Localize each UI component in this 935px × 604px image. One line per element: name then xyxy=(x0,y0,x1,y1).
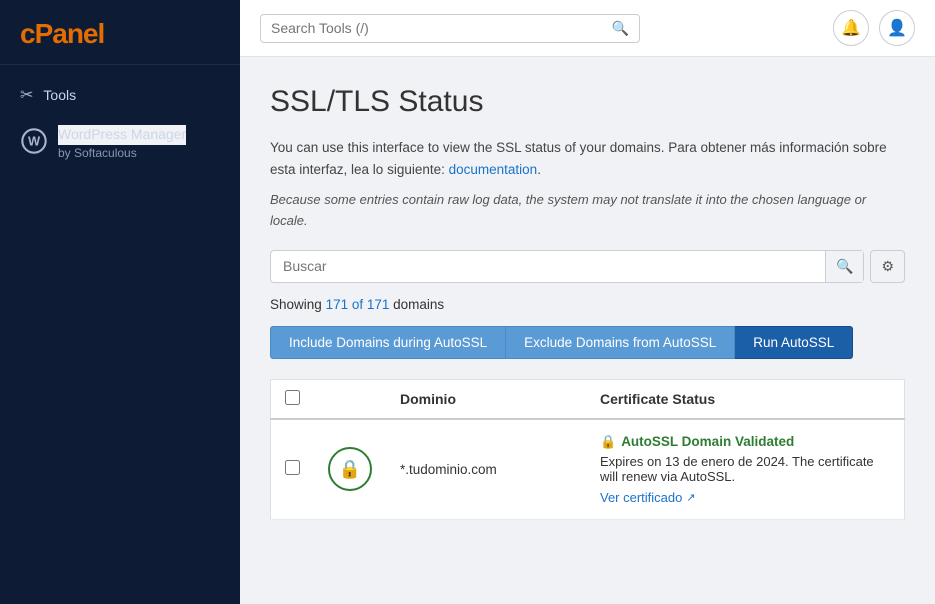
italic-note: Because some entries contain raw log dat… xyxy=(270,190,905,232)
col-header-domain: Dominio xyxy=(386,379,586,419)
col-header-check xyxy=(271,379,315,419)
showing-count: 171 of 171 xyxy=(326,297,390,312)
view-certificate-link[interactable]: Ver certificado ↗ xyxy=(600,490,890,505)
cpanel-logo: cPanel xyxy=(20,18,220,50)
external-link-icon: ↗ xyxy=(686,491,695,504)
row-icon-cell: 🔒 xyxy=(314,419,386,520)
row-domain: *.tudominio.com xyxy=(386,419,586,520)
user-icon: 👤 xyxy=(887,18,907,38)
row-checkbox[interactable] xyxy=(285,460,300,475)
cert-expiry: Expires on 13 de enero de 2024. The cert… xyxy=(600,454,890,484)
search-icon: 🔍 xyxy=(612,20,629,37)
cpanel-panel: Panel xyxy=(35,18,105,49)
filter-bar: 🔍 ⚙ xyxy=(270,250,905,283)
showing-text: Showing 171 of 171 domains xyxy=(270,297,905,312)
sidebar-item-tools[interactable]: ✂ Tools xyxy=(0,75,240,115)
sidebar-navigation: ✂ Tools W WordPress Manager by Softaculo… xyxy=(0,65,240,181)
filter-input-wrap: 🔍 xyxy=(270,250,864,283)
table-header-row: Dominio Certificate Status xyxy=(271,379,905,419)
lock-icon: 🔒 xyxy=(339,459,361,480)
table-row: 🔒 *.tudominio.com 🔒 AutoSSL Domain Valid… xyxy=(271,419,905,520)
search-input[interactable] xyxy=(271,20,604,36)
exclude-domains-button[interactable]: Exclude Domains from AutoSSL xyxy=(506,326,735,359)
page-title: SSL/TLS Status xyxy=(270,85,905,119)
ver-certificado-text: Ver certificado xyxy=(600,490,682,505)
sidebar-logo: cPanel xyxy=(0,0,240,65)
topbar-actions: 🔔 👤 xyxy=(833,10,915,46)
tools-icon: ✂ xyxy=(20,85,33,105)
wordpress-label: WordPress Manager by Softaculous xyxy=(58,125,186,161)
domain-cert-icon: 🔒 xyxy=(328,447,372,491)
cert-status-validated: 🔒 AutoSSL Domain Validated xyxy=(600,434,890,450)
bell-icon: 🔔 xyxy=(841,18,861,38)
sidebar: cPanel ✂ Tools W WordPress Manager by So… xyxy=(0,0,240,604)
description-text: You can use this interface to view the S… xyxy=(270,137,905,180)
page-content: SSL/TLS Status You can use this interfac… xyxy=(240,57,935,604)
row-status: 🔒 AutoSSL Domain Validated Expires on 13… xyxy=(586,419,905,520)
filter-search-button[interactable]: 🔍 xyxy=(825,251,863,282)
svg-text:W: W xyxy=(28,134,41,149)
ssl-table: Dominio Certificate Status 🔒 *.tudominio… xyxy=(270,379,905,520)
wordpress-main-label: WordPress Manager xyxy=(58,125,186,145)
cert-lock-icon: 🔒 xyxy=(600,434,616,450)
filter-settings-button[interactable]: ⚙ xyxy=(870,250,905,283)
wordpress-sub-label: by Softaculous xyxy=(58,145,186,162)
user-menu-button[interactable]: 👤 xyxy=(879,10,915,46)
sidebar-tools-label: Tools xyxy=(43,87,76,103)
run-autossl-button[interactable]: Run AutoSSL xyxy=(735,326,853,359)
col-header-icon xyxy=(314,379,386,419)
action-buttons: Include Domains during AutoSSL Exclude D… xyxy=(270,326,905,359)
include-domains-button[interactable]: Include Domains during AutoSSL xyxy=(270,326,506,359)
notifications-button[interactable]: 🔔 xyxy=(833,10,869,46)
topbar: 🔍 🔔 👤 xyxy=(240,0,935,57)
documentation-link[interactable]: documentation xyxy=(449,162,538,177)
wordpress-icon: W xyxy=(20,127,48,155)
sidebar-item-wordpress[interactable]: W WordPress Manager by Softaculous xyxy=(0,115,240,171)
search-box[interactable]: 🔍 xyxy=(260,14,640,43)
cert-status-label: AutoSSL Domain Validated xyxy=(621,434,794,449)
select-all-checkbox[interactable] xyxy=(285,390,300,405)
row-checkbox-cell xyxy=(271,419,315,520)
col-header-status: Certificate Status xyxy=(586,379,905,419)
filter-input[interactable] xyxy=(271,251,825,281)
cpanel-c: c xyxy=(20,18,35,49)
main-area: 🔍 🔔 👤 SSL/TLS Status You can use this in… xyxy=(240,0,935,604)
